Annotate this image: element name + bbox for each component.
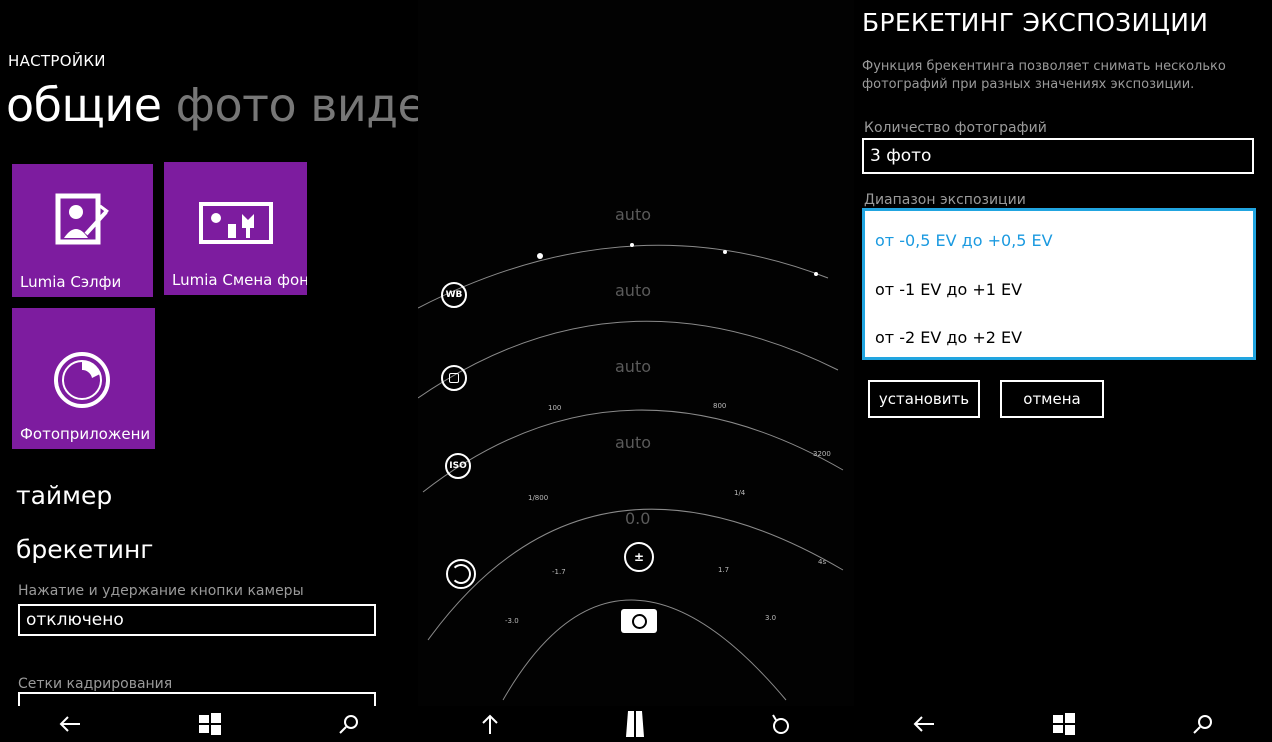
exposure-range-label: Диапазон экспозиции	[864, 192, 1026, 208]
option-0-5ev[interactable]: от -0,5 EV до +0,5 EV	[875, 231, 1053, 250]
camera-button-label: Нажатие и удержание кнопки камеры	[18, 583, 304, 599]
nav-bar	[0, 706, 418, 742]
search-icon[interactable]	[338, 713, 360, 735]
dialog-title: БРЕКЕТИНГ ЭКСПОЗИЦИИ	[862, 8, 1209, 37]
timer-section[interactable]: таймер	[16, 481, 112, 510]
tile-label: Фотоприложени	[20, 425, 151, 443]
bracketing-section[interactable]: брекетинг	[16, 535, 153, 564]
camera-panel: auto auto auto auto 0.0 WB ISO ± 100 800…	[418, 0, 854, 742]
tab-general[interactable]: общие	[6, 78, 162, 132]
camera-nav-bar	[418, 706, 854, 742]
ev-tick: -3.0	[505, 617, 519, 625]
shutter-tick: 4s	[818, 558, 827, 566]
shutter-tick: 1/800	[528, 494, 549, 502]
tile-photo-apps[interactable]: Фотоприложени	[12, 308, 155, 449]
shutter-button[interactable]	[446, 559, 476, 589]
photo-count-label: Количество фотографий	[864, 120, 1047, 136]
ev-value: 0.0	[625, 509, 651, 528]
arrow-up-icon[interactable]	[480, 713, 500, 735]
pivot-header: общие фото виде	[6, 78, 418, 132]
focus-value: auto	[615, 281, 652, 300]
tile-lumia-background-swap[interactable]: Lumia Смена фон	[164, 162, 307, 295]
cancel-button[interactable]: отмена	[1000, 380, 1104, 418]
nav-bar	[854, 706, 1272, 742]
iso-tick: 3200	[813, 450, 831, 458]
windows-icon[interactable]	[1052, 713, 1076, 735]
wb-button[interactable]: WB	[441, 282, 467, 308]
settings-panel: НАСТРОЙКИ общие фото виде Lumia Сэлфи Lu…	[0, 0, 418, 742]
focus-icon	[449, 373, 459, 383]
iso-value: auto	[615, 357, 652, 376]
tab-video[interactable]: виде	[310, 78, 418, 132]
camera-roll-icon[interactable]	[624, 711, 646, 737]
camera-lens-icon	[54, 352, 110, 408]
focus-button[interactable]	[441, 365, 467, 391]
ev-tick: -1.7	[552, 568, 566, 576]
photo-count-dropdown[interactable]: 3 фото	[862, 138, 1254, 174]
back-icon[interactable]	[912, 714, 936, 734]
exposure-button[interactable]: ±	[624, 542, 654, 572]
iso-button[interactable]: ISO	[445, 453, 471, 479]
option-1ev[interactable]: от -1 EV до +1 EV	[875, 280, 1022, 299]
exposure-icon: ±	[633, 550, 645, 564]
iso-tick: 100	[548, 404, 562, 412]
shutter-icon	[451, 564, 471, 584]
camera-mode-icon[interactable]	[621, 609, 657, 633]
tile-lumia-selfie[interactable]: Lumia Сэлфи	[12, 164, 153, 297]
tile-label: Lumia Смена фон	[172, 271, 307, 289]
selfie-icon	[55, 193, 109, 245]
windows-icon[interactable]	[198, 713, 222, 735]
iso-tick: 800	[713, 402, 727, 410]
back-icon[interactable]	[58, 714, 82, 734]
shutter-tick: 1/4	[734, 489, 746, 497]
option-2ev[interactable]: от -2 EV до +2 EV	[875, 328, 1022, 347]
dialog-description: Функция брекентинга позволяет снимать не…	[862, 59, 1226, 92]
grid-label: Сетки кадрирования	[18, 676, 173, 692]
tile-label: Lumia Сэлфи	[20, 273, 122, 291]
bracketing-dialog: БРЕКЕТИНГ ЭКСПОЗИЦИИ Функция брекентинга…	[854, 0, 1272, 742]
install-button[interactable]: установить	[868, 380, 980, 418]
camera-button-dropdown[interactable]: отключено	[18, 604, 376, 636]
tab-photo[interactable]: фото	[176, 78, 297, 132]
shutter-value: auto	[615, 433, 652, 452]
ev-tick: 3.0	[765, 614, 777, 622]
wb-value: auto	[615, 205, 652, 224]
photo-swap-icon	[199, 202, 273, 244]
exposure-range-list[interactable]: от -0,5 EV до +0,5 EV от -1 EV до +1 EV …	[862, 208, 1256, 360]
settings-header: НАСТРОЙКИ	[8, 52, 106, 70]
ev-tick: 1.7	[718, 566, 730, 574]
search-icon[interactable]	[1192, 713, 1214, 735]
lens-app-icon[interactable]	[770, 713, 792, 735]
